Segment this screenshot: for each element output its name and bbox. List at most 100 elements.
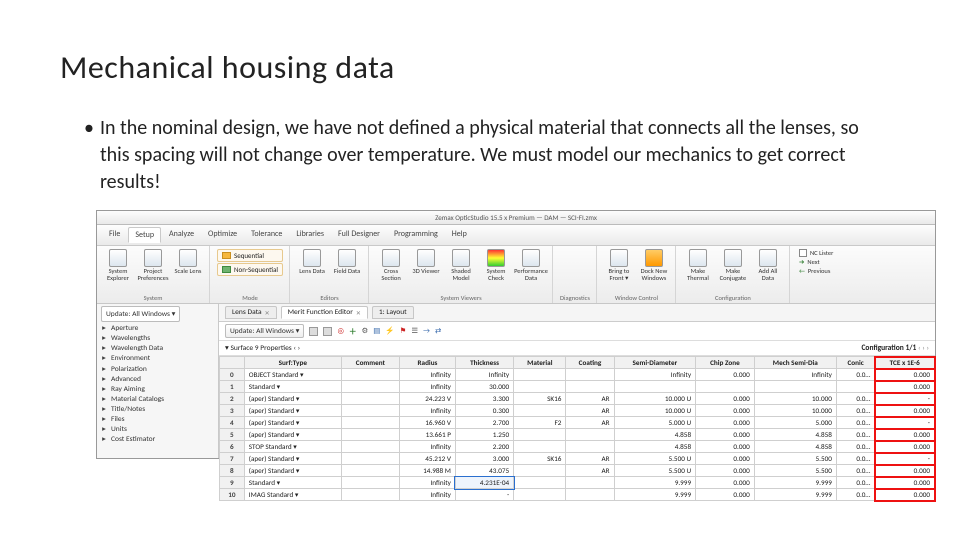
cell[interactable] (566, 477, 614, 489)
tab-layout[interactable]: 1: Layout (372, 306, 414, 319)
cell[interactable]: 30.000 (455, 381, 513, 393)
cell[interactable]: 5.500 (754, 465, 836, 477)
cell[interactable]: - (875, 393, 935, 405)
nc-lister-checkbox[interactable]: NC Lister (799, 249, 833, 257)
sidebar-item[interactable]: ▸Cost Estimator (101, 435, 214, 445)
cell[interactable]: 43.075 (455, 465, 513, 477)
sidebar-item[interactable]: ▸Wavelengths (101, 334, 214, 344)
cell[interactable]: SK16 (514, 453, 566, 465)
shaded-model-button[interactable]: Shaded Model (446, 249, 476, 282)
cell[interactable]: (aper) Standard ▾ (244, 453, 341, 465)
menu-libraries[interactable]: Libraries (290, 227, 330, 243)
cell[interactable]: 0.000 (696, 417, 755, 429)
cell[interactable]: 5.500 U (614, 465, 696, 477)
cell[interactable] (341, 465, 399, 477)
update-all-windows-button[interactable]: Update: All Windows ▾ (101, 306, 180, 322)
cell[interactable]: - (455, 489, 513, 501)
close-icon[interactable]: ✕ (265, 309, 270, 317)
cell[interactable]: (aper) Standard ▾ (244, 405, 341, 417)
cell[interactable]: 9.999 (614, 477, 696, 489)
arrow-right-icon[interactable]: → (423, 327, 430, 336)
cell[interactable]: (aper) Standard ▾ (244, 429, 341, 441)
menubar[interactable]: File Setup Analyze Optimize Tolerance Li… (97, 225, 935, 246)
cell[interactable] (566, 489, 614, 501)
cell[interactable]: Standard ▾ (244, 477, 341, 489)
mode-nonsequential[interactable]: Non-Sequential (217, 263, 283, 276)
cell[interactable]: 0.300 (455, 405, 513, 417)
cell[interactable]: 0.000 (875, 489, 935, 501)
cell[interactable]: 0.000 (696, 393, 755, 405)
close-icon[interactable]: ✕ (356, 309, 361, 317)
target-icon[interactable]: ◎ (337, 326, 344, 336)
table-row[interactable]: 10IMAG Standard ▾Infinity-9.9990.0009.99… (220, 489, 935, 501)
cell[interactable]: 24.223 V (399, 393, 455, 405)
table-row[interactable]: 5(aper) Standard ▾13.661 P1.2504.8580.00… (220, 429, 935, 441)
cell[interactable]: - (875, 453, 935, 465)
column-header[interactable]: Mech Semi-Dia (754, 357, 836, 369)
cell[interactable] (341, 405, 399, 417)
menu-tolerance[interactable]: Tolerance (245, 227, 288, 243)
layers-icon[interactable]: ☰ (411, 326, 418, 336)
menu-help[interactable]: Help (446, 227, 473, 243)
cell[interactable]: 0.000 (696, 441, 755, 453)
menu-file[interactable]: File (103, 227, 126, 243)
cell[interactable]: 16.960 V (399, 417, 455, 429)
cell[interactable]: 0.0… (836, 405, 874, 417)
cell[interactable]: 4.858 (614, 429, 696, 441)
system-check-button[interactable]: System Check (481, 249, 511, 282)
cell[interactable] (341, 393, 399, 405)
column-header[interactable]: Radius (399, 357, 455, 369)
cell[interactable]: 0.0… (836, 369, 874, 381)
cell[interactable]: 0.0… (836, 465, 874, 477)
cell[interactable]: 0.000 (875, 441, 935, 453)
column-header[interactable]: Surf:Type (244, 357, 341, 369)
scale-lens-button[interactable]: Scale Lens (173, 249, 203, 275)
cell[interactable]: Infinity (455, 369, 513, 381)
cell[interactable]: 0.0… (836, 417, 874, 429)
cell[interactable]: Infinity (399, 369, 455, 381)
cell[interactable]: IMAG Standard ▾ (244, 489, 341, 501)
cell[interactable]: 0.000 (696, 369, 755, 381)
cell[interactable] (514, 405, 566, 417)
3d-viewer-button[interactable]: 3D Viewer (411, 249, 441, 275)
cell[interactable]: AR (566, 465, 614, 477)
sidebar-item[interactable]: ▸Polarization (101, 365, 214, 375)
lens-data-button[interactable]: Lens Data (297, 249, 327, 275)
table-row[interactable]: 0OBJECT Standard ▾InfinityInfinityInfini… (220, 369, 935, 381)
sidebar-item[interactable]: ▸Units (101, 425, 214, 435)
cell[interactable]: 5.000 (754, 417, 836, 429)
cell[interactable]: Infinity (399, 489, 455, 501)
cell[interactable] (836, 381, 874, 393)
cell[interactable]: 5.500 U (614, 453, 696, 465)
cell[interactable]: AR (566, 453, 614, 465)
cell[interactable]: 10.000 U (614, 393, 696, 405)
cell[interactable]: 3 (220, 405, 245, 417)
cell[interactable] (566, 441, 614, 453)
cell[interactable]: 1.250 (455, 429, 513, 441)
copy-icon[interactable] (309, 327, 318, 336)
table-row[interactable]: 9Standard ▾Infinity4.231E-049.9990.0009.… (220, 477, 935, 489)
mode-sequential[interactable]: Sequential (217, 249, 283, 262)
cell[interactable]: Standard ▾ (244, 381, 341, 393)
cell[interactable] (514, 489, 566, 501)
sidebar-item[interactable]: ▸Files (101, 415, 214, 425)
cell[interactable] (341, 381, 399, 393)
column-header[interactable]: Conic (836, 357, 874, 369)
cell[interactable] (514, 465, 566, 477)
cell[interactable]: (aper) Standard ▾ (244, 393, 341, 405)
cell[interactable]: 0.0… (836, 429, 874, 441)
cell[interactable]: 0.000 (696, 453, 755, 465)
cell[interactable] (566, 381, 614, 393)
cell[interactable]: 0.0… (836, 489, 874, 501)
cell[interactable] (566, 369, 614, 381)
chevron-icons[interactable]: ‹ › › (918, 344, 929, 353)
update-all-windows-button-2[interactable]: Update: All Windows ▾ (225, 324, 304, 338)
table-row[interactable]: 7(aper) Standard ▾45.212 V3.000SK16AR5.5… (220, 453, 935, 465)
field-data-button[interactable]: Field Data (332, 249, 362, 275)
column-header[interactable] (220, 357, 245, 369)
cell[interactable]: 0.000 (696, 489, 755, 501)
cell[interactable] (514, 429, 566, 441)
cell[interactable]: 1 (220, 381, 245, 393)
cell[interactable]: 2 (220, 393, 245, 405)
cell[interactable]: 0.000 (696, 477, 755, 489)
